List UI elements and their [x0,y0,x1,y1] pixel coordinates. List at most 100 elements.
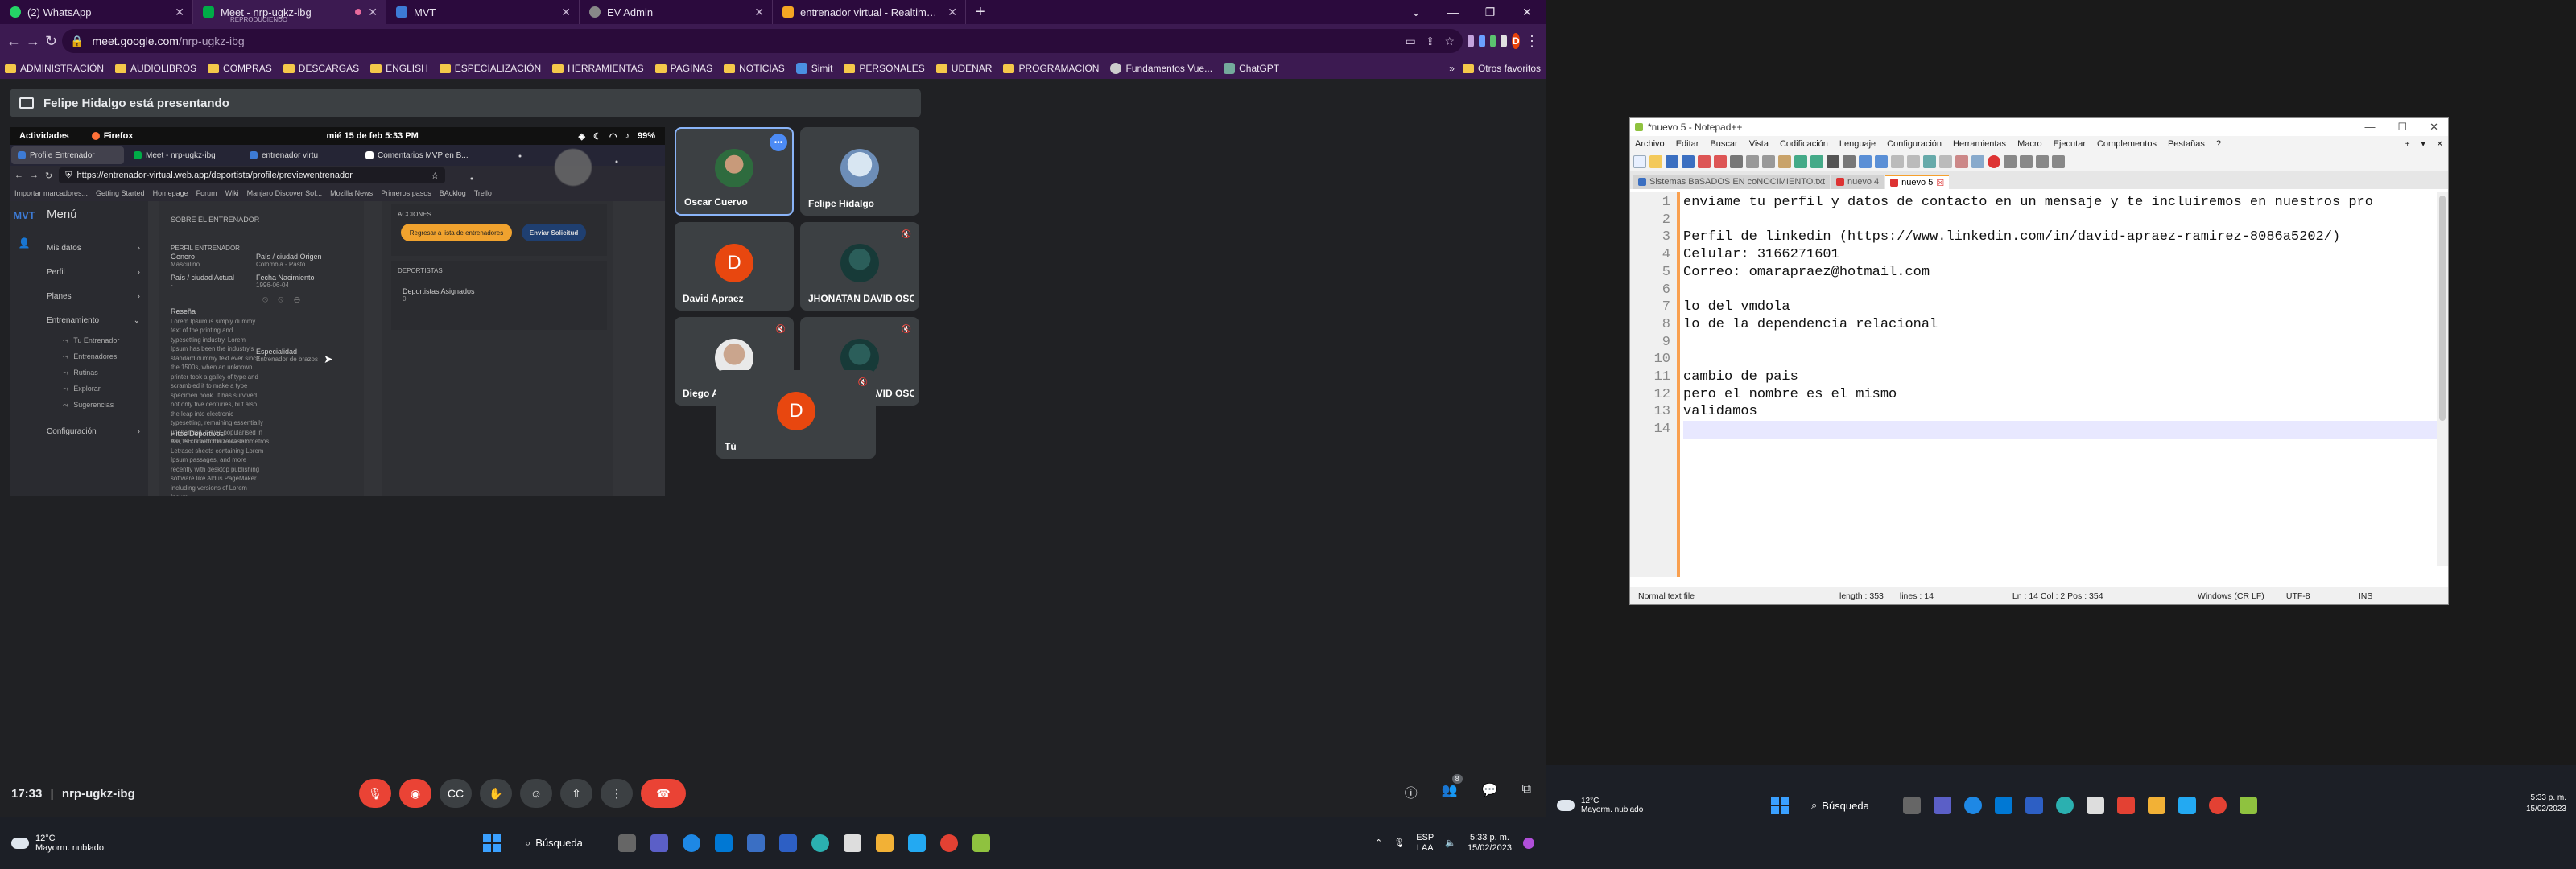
info-icon[interactable]: ⓘ [1405,782,1418,801]
vscode-icon[interactable] [908,834,926,852]
close-file-icon[interactable] [1698,154,1711,168]
task-view-icon[interactable] [1903,797,1921,814]
edge-icon[interactable] [2056,797,2074,814]
language-indicator[interactable]: ESP LAA [1416,833,1434,854]
replace-icon[interactable] [1843,154,1856,168]
other-bookmarks-folder[interactable]: Otros favoritos [1462,63,1541,74]
minimize-button[interactable]: — [2364,121,2375,134]
menu-item-perfil[interactable]: Perfil › [39,260,148,284]
menu-lenguaje[interactable]: Lenguaje [1839,139,1876,149]
print-icon[interactable] [1730,154,1743,168]
zoom-in-icon[interactable] [1859,154,1872,168]
ff-tab[interactable]: Profile Entrenador [11,146,124,164]
tab-whatsapp[interactable]: (2) WhatsApp ✕ [0,0,193,24]
zoom-out-icon[interactable] [1875,154,1888,168]
tab-meet[interactable]: Meet - nrp-ugkz-ibg REPRODUCIENDO ✕ [193,0,386,24]
menu-help[interactable]: ? [2216,139,2221,149]
minimize-button[interactable]: — [1435,6,1472,19]
office-icon[interactable] [2087,797,2104,814]
paste-icon[interactable] [1778,154,1791,168]
bookmark-link[interactable]: Simit [795,63,832,74]
ff-bookmark[interactable]: Forum [196,189,217,197]
scrollbar-thumb[interactable] [2439,196,2446,421]
ff-bookmark[interactable]: Trello [474,189,492,197]
bookmark-link[interactable]: Fundamentos Vue... [1110,63,1212,74]
store-icon[interactable] [2117,797,2135,814]
participant-tile[interactable]: D David Apraez [675,222,794,311]
teams-icon[interactable] [1934,797,1951,814]
taskbar-search[interactable]: ⌕ Búsqueda [1802,793,1890,818]
store-icon[interactable] [747,834,765,852]
save-icon[interactable] [1666,154,1678,168]
ff-bookmark[interactable]: Mozilla News [330,189,373,197]
npp-editor[interactable]: 1 2 3 4 5 6 7 8 9 10 11 12 13 14 enviame tu perfil y … [1630,192,2448,577]
menu-macro[interactable]: Macro [2017,139,2042,149]
notepadpp-icon[interactable] [2240,797,2257,814]
npp-tab[interactable]: nuevo 4 [1831,175,1885,189]
maximize-button[interactable]: ❐ [1472,6,1509,19]
close-icon[interactable]: ✕ [947,6,957,19]
reload-icon[interactable]: ↻ [45,171,52,181]
camera-off-icon[interactable]: ⦸ [278,294,283,305]
security-icon[interactable] [779,834,797,852]
save-all-icon[interactable] [1682,154,1695,168]
more-bookmarks-button[interactable]: » [1449,63,1455,74]
chrome-icon[interactable] [940,834,958,852]
mail-icon[interactable] [715,834,733,852]
address-bar[interactable]: 🔒 meet.google.com/nrp-ugkz-ibg ▭ ⇪ ☆ [62,29,1463,53]
submenu-entrenadores[interactable]: ⤳ Entrenadores [39,348,148,364]
bookmark-folder[interactable]: NOTICIAS [724,63,785,74]
menu-ejecutar[interactable]: Ejecutar [2054,139,2086,149]
reload-button[interactable]: ↻ [45,30,57,52]
new-tab-button[interactable]: + [966,0,995,24]
copy-icon[interactable] [1762,154,1775,168]
cut-icon[interactable] [1746,154,1759,168]
tab-search-icon[interactable]: ⌄ [1397,6,1435,19]
minus-icon[interactable]: ⊖ [293,294,300,305]
tab-realtime-db[interactable]: entrenador virtual - Realtime Da ✕ [773,0,966,24]
vertical-scrollbar[interactable] [2437,192,2448,566]
end-call-button[interactable]: ☎ [641,779,686,808]
notepadpp-icon[interactable] [972,834,990,852]
present-button[interactable]: ⇧ [560,779,592,808]
npp-tab[interactable]: Sistemas BaSADOS EN coNOCIMIENTO.txt [1633,175,1831,189]
ff-bookmark[interactable]: Primeros pasos [381,189,431,197]
forward-icon[interactable]: → [30,171,39,180]
ff-bookmark[interactable]: Wiki [225,189,239,197]
close-icon[interactable]: ✕ [754,6,764,19]
activities-icon[interactable]: ⧉ [1522,782,1531,801]
all-chars-icon[interactable] [1939,154,1952,168]
more-options-button[interactable]: ⋮ [601,779,633,808]
participant-tile[interactable]: Felipe Hidalgo [800,127,919,216]
mic-icon[interactable]: 🎙 [1393,838,1405,848]
cortana-icon[interactable] [1964,797,1982,814]
notification-icon[interactable] [1523,837,1534,849]
taskbar-search[interactable]: ⌕ Búsqueda [515,830,604,856]
ff-bookmark[interactable]: Importar marcadores... [14,189,88,197]
bookmark-folder[interactable]: UDENAR [935,63,992,74]
doc-map-icon[interactable] [1955,154,1968,168]
tab-mvt[interactable]: MVT ✕ [386,0,580,24]
extension-icon[interactable] [1468,35,1474,47]
bookmark-folder[interactable]: ESPECIALIZACIÓN [439,63,541,74]
menu-icon[interactable]: ⋮ [1525,30,1539,52]
save-macro-icon[interactable] [2052,154,2065,168]
bookmark-folder[interactable]: HERRAMIENTAS [552,63,644,74]
menu-item-configuracion[interactable]: Configuración › [39,419,148,443]
find-icon[interactable] [1827,154,1839,168]
close-all-icon[interactable] [1714,154,1727,168]
back-icon[interactable]: ← [14,171,23,180]
submenu-explorar[interactable]: ⤳ Explorar [39,381,148,397]
menu-pestanas[interactable]: Pestañas [2168,139,2205,149]
emoji-button[interactable]: ☺ [520,779,552,808]
menu-archivo[interactable]: Archivo [1635,139,1665,149]
menu-complementos[interactable]: Complementos [2097,139,2157,149]
extension-icon[interactable] [1478,35,1485,47]
maximize-button[interactable]: ☐ [2397,121,2407,134]
windows-start-icon[interactable] [483,834,501,852]
play-macro-icon[interactable] [2020,154,2033,168]
npp-tab-active[interactable]: nuevo 5 ☒ [1885,175,1950,189]
profile-avatar[interactable]: D [1512,33,1521,49]
teams-icon[interactable] [650,834,668,852]
mic-toggle-button[interactable]: 🎙 [359,779,391,808]
